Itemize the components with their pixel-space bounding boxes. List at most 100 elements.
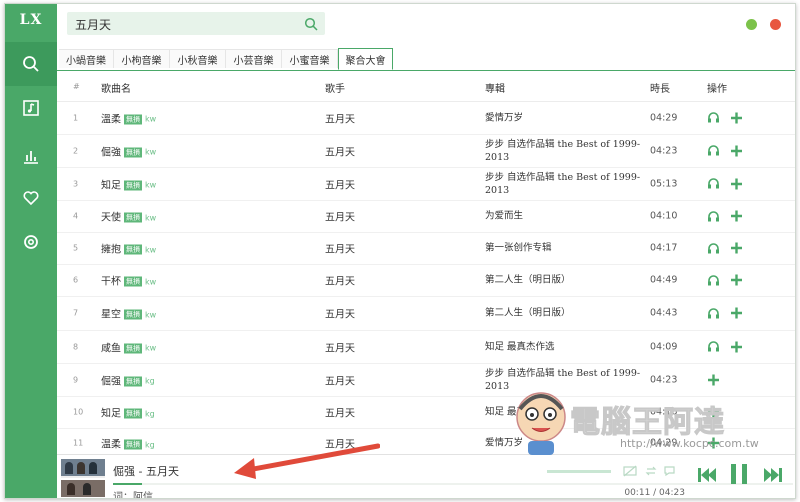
tab-source-2[interactable]: 小枸音樂	[114, 49, 170, 68]
album-name[interactable]: 知足 最真杰作选	[485, 340, 645, 353]
song-cell: 温柔 無損 kg	[101, 436, 155, 451]
song-name[interactable]: 星空	[101, 310, 121, 321]
listen-button[interactable]	[707, 274, 720, 286]
song-name[interactable]: 干杯	[101, 277, 121, 288]
album-name[interactable]: 步步 自选作品辑 the Best of 1999-2013	[485, 138, 645, 164]
sidebar-item-leaderboard[interactable]	[5, 134, 57, 178]
song-name[interactable]: 温柔	[101, 440, 121, 451]
artist-name[interactable]: 五月天	[325, 372, 355, 387]
table-row[interactable]: 6 干杯 無損 kw 五月天 第二人生（明日版） 04:49	[57, 264, 795, 297]
tab-source-1[interactable]: 小蝸音樂	[59, 49, 114, 68]
source-tag: kg	[145, 409, 155, 418]
plus-icon	[731, 242, 742, 254]
row-number: 6	[73, 275, 79, 285]
tab-aggregate[interactable]: 聚合大會	[338, 48, 393, 70]
row-number: 2	[73, 146, 79, 155]
lossless-badge: 無損	[124, 180, 142, 190]
row-number: 9	[73, 375, 79, 384]
lossless-badge: 無損	[124, 408, 142, 419]
song-name[interactable]: 知足	[101, 180, 121, 191]
close-button[interactable]	[770, 19, 781, 30]
listen-button[interactable]	[707, 307, 720, 319]
header-duration: 時長	[650, 84, 670, 95]
add-to-list-button[interactable]	[730, 144, 743, 157]
album-name[interactable]: 第二人生（明日版）	[485, 307, 645, 320]
tab-source-3[interactable]: 小秋音樂	[170, 49, 226, 68]
source-tag: kg	[145, 376, 155, 386]
artist-name[interactable]: 五月天	[325, 241, 355, 256]
listen-button[interactable]	[707, 178, 720, 190]
album-name[interactable]: 为爱而生	[485, 210, 645, 223]
source-tag: kg	[145, 440, 155, 449]
row-number: 8	[73, 342, 79, 351]
app-logo: LX	[19, 12, 43, 28]
song-name[interactable]: 擁抱	[101, 245, 121, 256]
table-row[interactable]: 8 咸鱼 無損 kw 五月天 知足 最真杰作选 04:09	[57, 330, 795, 364]
source-tag: kw	[145, 114, 157, 124]
listen-button[interactable]	[707, 242, 720, 254]
source-tag: kw	[145, 147, 157, 157]
artist-name[interactable]: 五月天	[325, 209, 355, 224]
minimize-button[interactable]	[746, 19, 757, 30]
tab-source-4[interactable]: 小芸音樂	[226, 49, 282, 68]
lossless-badge: 無損	[124, 309, 142, 320]
album-name[interactable]: 步步 自选作品辑 the Best of 1999-2013	[485, 171, 645, 197]
song-name[interactable]: 倔強	[101, 147, 121, 158]
song-name[interactable]: 知足	[101, 409, 121, 420]
sidebar-item-favorites[interactable]	[5, 176, 57, 220]
artist-name[interactable]: 五月天	[325, 339, 355, 354]
add-to-list-button[interactable]	[730, 210, 743, 223]
watermark-text: 電腦王阿達	[570, 405, 725, 441]
sidebar-item-search[interactable]	[5, 42, 57, 86]
sidebar-item-settings[interactable]	[5, 220, 57, 264]
sidebar-item-songlist[interactable]	[5, 86, 57, 130]
song-name[interactable]: 天使	[101, 213, 121, 224]
table-row[interactable]: 4 天使 無損 kw 五月天 为爱而生 04:10	[57, 200, 795, 233]
header-actions: 操作	[707, 84, 727, 95]
table-row[interactable]: 2 倔強 無損 kw 五月天 步步 自选作品辑 the Best of 1999-2013…	[57, 134, 795, 168]
add-to-list-button[interactable]	[730, 340, 743, 353]
album-name[interactable]: 第二人生（明日版）	[485, 274, 645, 287]
artist-name[interactable]: 五月天	[325, 143, 355, 158]
add-to-list-button[interactable]	[707, 373, 720, 386]
table-row[interactable]: 1 溫柔 無損 kw 五月天 愛情万岁 04:29	[57, 101, 795, 135]
song-name[interactable]: 溫柔	[101, 114, 121, 125]
listen-button[interactable]	[707, 210, 720, 222]
search-input[interactable]: 五月天	[75, 16, 111, 33]
search-box[interactable]: 五月天	[67, 12, 325, 35]
annotation-arrow	[234, 443, 380, 479]
song-name[interactable]: 咸鱼	[101, 343, 121, 354]
lossless-badge: 無損	[124, 147, 142, 157]
listen-button[interactable]	[707, 341, 720, 353]
add-to-list-button[interactable]	[730, 307, 743, 320]
album-cover[interactable]	[61, 459, 105, 497]
add-to-list-button[interactable]	[730, 111, 743, 124]
table-row[interactable]: 3 知足 無損 kw 五月天 步步 自选作品辑 the Best of 1999-2013…	[57, 167, 795, 201]
album-name[interactable]: 第一张创作专辑	[485, 242, 645, 255]
song-duration: 04:43	[650, 307, 678, 319]
search-icon	[304, 17, 318, 31]
listen-button[interactable]	[707, 112, 720, 124]
artist-name[interactable]: 五月天	[325, 306, 355, 321]
row-actions	[707, 144, 743, 157]
add-to-list-button[interactable]	[730, 274, 743, 287]
add-to-list-button[interactable]	[730, 242, 743, 255]
song-cell: 溫柔 無損 kw	[101, 110, 156, 125]
table-row[interactable]: 5 擁抱 無損 kw 五月天 第一张创作专辑 04:17	[57, 232, 795, 265]
source-tag: kw	[145, 277, 157, 286]
add-to-list-button[interactable]	[730, 177, 743, 190]
artist-name[interactable]: 五月天	[325, 176, 355, 191]
search-button[interactable]	[301, 14, 321, 34]
song-name[interactable]: 倔强	[101, 376, 121, 387]
listen-button[interactable]	[707, 145, 720, 157]
artist-name[interactable]: 五月天	[325, 405, 355, 420]
heart-icon	[23, 191, 39, 206]
table-header: # 歌曲名 歌手 專輯 時長 操作	[57, 71, 795, 102]
row-number: 1	[73, 113, 79, 122]
plus-icon	[731, 112, 742, 123]
artist-name[interactable]: 五月天	[325, 110, 355, 125]
tab-source-5[interactable]: 小蜜音樂	[282, 49, 338, 68]
album-name[interactable]: 愛情万岁	[485, 111, 645, 124]
table-row[interactable]: 7 星空 無損 kw 五月天 第二人生（明日版） 04:43	[57, 296, 795, 331]
artist-name[interactable]: 五月天	[325, 273, 355, 288]
